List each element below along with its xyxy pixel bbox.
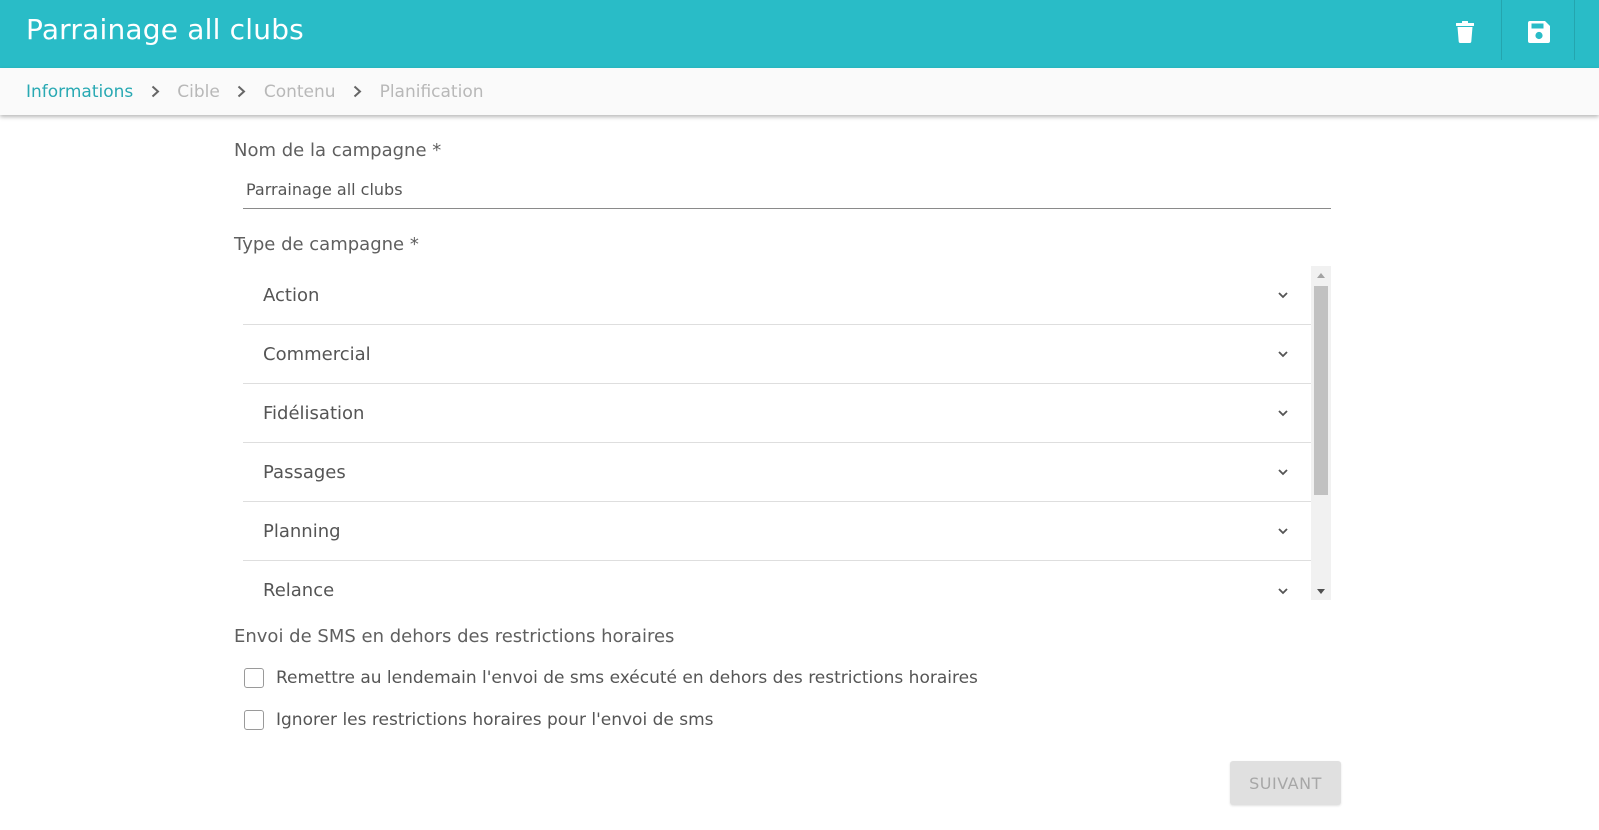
type-label: Relance — [263, 580, 335, 600]
postpone-sms-checkbox[interactable] — [244, 668, 264, 688]
breadcrumb: Informations Cible Contenu Planification — [0, 68, 1599, 115]
type-label: Action — [263, 284, 320, 306]
campaign-name-label: Nom de la campagne * — [234, 140, 442, 161]
save-button[interactable] — [1502, 0, 1575, 68]
step-informations[interactable]: Informations — [26, 82, 133, 102]
scrollbar-thumb[interactable] — [1314, 286, 1328, 495]
trash-icon — [1455, 21, 1474, 47]
next-button[interactable]: SUIVANT — [1230, 761, 1341, 805]
type-label: Fidélisation — [263, 402, 365, 424]
header-actions — [1428, 0, 1575, 68]
ignore-restrictions-checkbox[interactable] — [244, 710, 264, 730]
floppy-disk-icon — [1527, 21, 1550, 47]
chevron-down-icon — [1277, 409, 1289, 417]
sms-section-label: Envoi de SMS en dehors des restrictions … — [234, 626, 675, 647]
step-cible[interactable]: Cible — [177, 82, 220, 102]
ignore-restrictions-label: Ignorer les restrictions horaires pour l… — [276, 710, 714, 730]
campaign-type-label: Type de campagne * — [234, 234, 419, 255]
list-item-relance[interactable]: Relance — [243, 561, 1311, 600]
list-item-commercial[interactable]: Commercial — [243, 325, 1311, 384]
scroll-down-arrow-icon[interactable] — [1311, 582, 1331, 600]
type-list-scrollbar[interactable] — [1311, 266, 1331, 600]
ignore-restrictions-option[interactable]: Ignorer les restrictions horaires pour l… — [244, 710, 714, 730]
campaign-name-input[interactable] — [243, 177, 1331, 209]
app-bar: Parrainage all clubs — [0, 0, 1599, 68]
postpone-sms-option[interactable]: Remettre au lendemain l'envoi de sms exé… — [244, 668, 978, 688]
list-item-fidelisation[interactable]: Fidélisation — [243, 384, 1311, 443]
chevron-down-icon — [1277, 527, 1289, 535]
chevron-down-icon — [1277, 350, 1289, 358]
list-item-passages[interactable]: Passages — [243, 443, 1311, 502]
chevron-right-icon — [336, 85, 380, 98]
scroll-up-arrow-icon[interactable] — [1311, 266, 1331, 284]
type-label: Commercial — [263, 343, 371, 365]
type-label: Planning — [263, 520, 341, 542]
list-item-action[interactable]: Action — [243, 266, 1311, 325]
postpone-sms-label: Remettre au lendemain l'envoi de sms exé… — [276, 668, 978, 688]
chevron-right-icon — [133, 85, 177, 98]
campaign-type-list: Action Commercial Fidélisation Passages — [243, 266, 1331, 600]
chevron-right-icon — [220, 85, 264, 98]
delete-button[interactable] — [1428, 0, 1501, 68]
step-contenu[interactable]: Contenu — [264, 82, 336, 102]
header-divider-right — [1574, 0, 1575, 60]
list-item-planning[interactable]: Planning — [243, 502, 1311, 561]
page-title: Parrainage all clubs — [26, 13, 304, 46]
chevron-down-icon — [1277, 291, 1289, 299]
chevron-down-icon — [1277, 468, 1289, 476]
step-planification[interactable]: Planification — [380, 82, 484, 102]
chevron-down-icon — [1277, 587, 1289, 595]
type-label: Passages — [263, 461, 346, 483]
